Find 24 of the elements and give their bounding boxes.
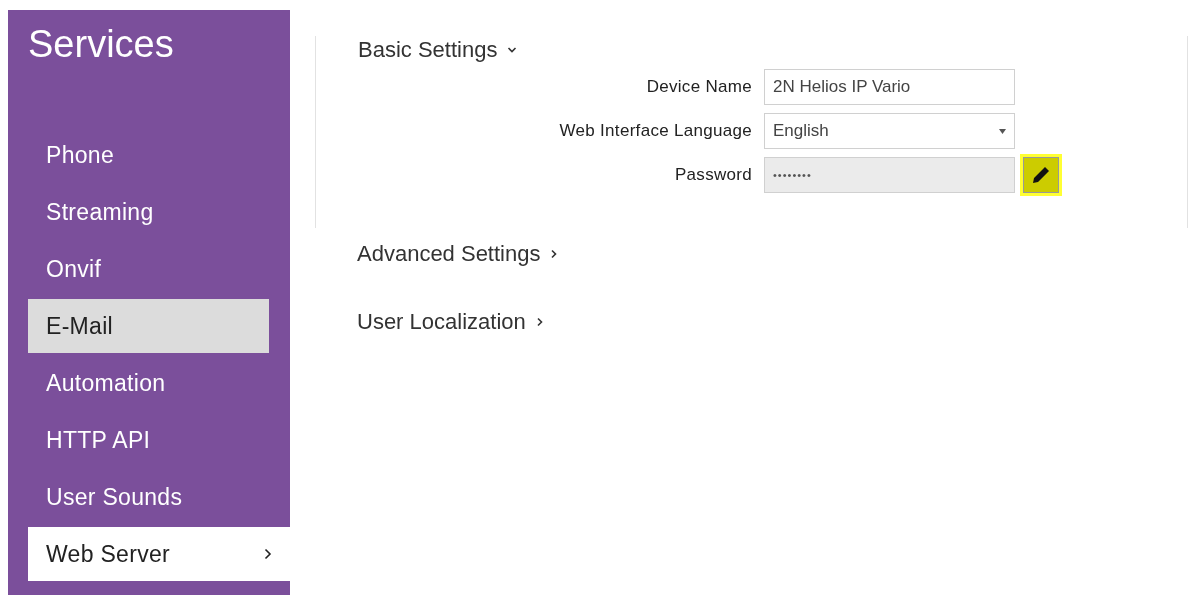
section-header[interactable]: User Localization [357,308,544,336]
pencil-icon [1031,165,1051,185]
section-header[interactable]: Advanced Settings [357,240,559,268]
sidebar-item[interactable]: User Sounds [28,470,269,524]
field-label: Device Name [645,77,752,97]
field-label: Password [673,165,752,185]
dropdown-arrow-icon [999,128,1006,134]
sidebar-item[interactable]: Streaming [28,185,269,239]
edit-button[interactable] [1023,157,1059,193]
sidebar-item[interactable]: Phone [28,128,269,182]
sidebar-item[interactable]: Web Server [28,527,290,581]
sidebar-item[interactable]: Automation [28,356,269,410]
sidebar-item[interactable]: E-Mail [28,299,269,353]
chevron-down-icon [507,46,518,54]
chevron-right-icon [535,317,544,327]
sidebar-item[interactable]: Onvif [28,242,269,296]
section-header[interactable]: Basic Settings [358,36,518,64]
chevron-right-icon [264,548,272,560]
field-label: Web Interface Language [558,121,752,141]
language-dropdown[interactable]: English [764,113,1015,149]
sidebar-title: Services [27,22,175,67]
sidebar-item[interactable]: HTTP API [28,413,269,467]
text-field[interactable]: 2N Helios IP Vario [764,69,1015,105]
chevron-right-icon [550,249,559,259]
